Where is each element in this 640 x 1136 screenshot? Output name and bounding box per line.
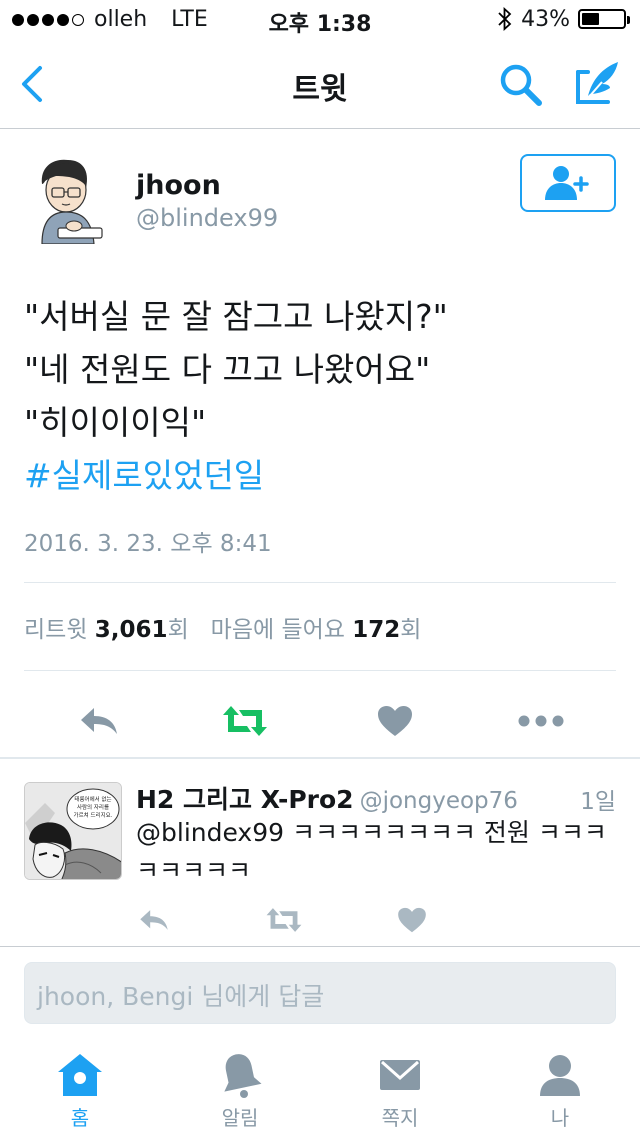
envelope-icon <box>380 1060 420 1090</box>
tab-me[interactable]: 나 <box>500 1052 620 1132</box>
reply-user-handle: @jongyeop76 <box>359 788 518 814</box>
follow-button[interactable] <box>520 154 616 212</box>
battery-percent: 43% <box>521 6 570 32</box>
tab-messages[interactable]: 쪽지 <box>340 1052 460 1132</box>
section-divider <box>0 946 640 947</box>
like-suffix: 회 <box>400 617 422 643</box>
retweets-stat[interactable]: 리트윗 3,061회 <box>24 617 196 643</box>
reply-retweet-button[interactable] <box>264 902 304 938</box>
like-label: 마음에 들어요 <box>210 617 345 643</box>
retweet-label: 리트윗 <box>24 617 88 643</box>
tweet-stats: 리트윗 3,061회 마음에 들어요 172회 <box>24 610 421 644</box>
reply-user-name[interactable]: H2 그리고 X-Pro2 @jongyeop76 <box>136 780 518 816</box>
compose-tweet-icon[interactable] <box>572 58 622 108</box>
tab-notifications[interactable]: 알림 <box>180 1052 300 1132</box>
like-button[interactable] <box>370 696 420 746</box>
reply-text: @blindex99 ㅋㅋㅋㅋㅋㅋㅋㅋ 전원 ㅋㅋㅋㅋㅋㅋㅋㅋ <box>136 818 607 885</box>
tweet-line: "서버실 문 잘 잠그고 나왔지?" <box>24 297 448 336</box>
more-icon <box>518 715 564 727</box>
tweet-actions <box>0 686 640 758</box>
tab-label: 쪽지 <box>381 1106 419 1130</box>
search-icon[interactable] <box>498 62 544 108</box>
tweet-text: "서버실 문 잘 잠그고 나왔지?" "네 전원도 다 끄고 나왔어요" "히이… <box>24 290 624 502</box>
svg-text:사람의 자리를: 사람의 자리를 <box>77 803 109 811</box>
status-right: 43% <box>497 6 630 32</box>
page-title: 트윗 <box>292 72 348 107</box>
reply-compose-area: jhoon, Bengi 님에게 답글 <box>0 948 640 1038</box>
bluetooth-icon <box>498 6 512 32</box>
home-icon <box>58 1054 102 1096</box>
retweet-icon <box>223 706 267 736</box>
retweet-button[interactable] <box>220 696 270 746</box>
like-count: 172 <box>352 617 401 643</box>
reply-time: 1일 <box>580 789 616 815</box>
heart-icon <box>378 706 412 736</box>
heart-icon <box>398 907 426 933</box>
svg-text:태릉어에서 없는: 태릉어에서 없는 <box>74 795 111 803</box>
add-user-icon <box>545 166 589 200</box>
battery-icon <box>578 9 630 29</box>
manga-avatar-image: 태릉어에서 없는 사람의 자리를 가르쳐 드리지요. <box>25 783 121 879</box>
reply-reply-button[interactable] <box>134 902 174 938</box>
user-name[interactable]: jhoon <box>136 170 221 201</box>
tab-label: 알림 <box>221 1106 259 1130</box>
tab-label: 홈 <box>70 1106 90 1130</box>
reply-display-name: H2 그리고 X-Pro2 <box>136 785 354 814</box>
tweet-timestamp: 2016. 3. 23. 오후 8:41 <box>24 531 272 557</box>
more-button[interactable] <box>516 696 566 746</box>
tab-bar: 홈 알림 쪽지 나 <box>0 1038 640 1136</box>
status-bar: olleh LTE 오후 1:38 43% <box>0 0 640 40</box>
divider <box>24 582 616 583</box>
tab-home[interactable]: 홈 <box>20 1052 140 1132</box>
divider <box>24 670 616 671</box>
reply-avatar[interactable]: 태릉어에서 없는 사람의 자리를 가르쳐 드리지요. <box>24 782 122 880</box>
nav-bar: 트윗 <box>0 40 640 129</box>
reply-button[interactable] <box>74 696 124 746</box>
likes-stat[interactable]: 마음에 들어요 172회 <box>211 617 422 643</box>
person-icon <box>540 1055 580 1096</box>
tweet-line: "네 전원도 다 끄고 나왔어요" <box>24 350 431 389</box>
retweet-suffix: 회 <box>167 617 189 643</box>
retweet-count: 3,061 <box>94 617 168 643</box>
hashtag-link[interactable]: #실제로있었던일 <box>24 449 624 502</box>
svg-text:가르쳐 드리지요.: 가르쳐 드리지요. <box>74 811 113 819</box>
battery-level <box>582 13 600 25</box>
tab-label: 나 <box>550 1106 570 1130</box>
reply-input[interactable]: jhoon, Bengi 님에게 답글 <box>24 962 616 1024</box>
tweet-line: "히이이이익" <box>24 403 207 442</box>
user-handle[interactable]: @blindex99 <box>136 204 278 232</box>
reply-like-button[interactable] <box>392 902 432 938</box>
retweet-icon <box>266 908 302 932</box>
reply-icon <box>140 910 168 930</box>
reply-icon <box>81 708 117 734</box>
avatar[interactable] <box>28 154 110 244</box>
bell-icon <box>224 1054 262 1098</box>
reply-actions <box>0 896 640 942</box>
reply-tweet[interactable]: 태릉어에서 없는 사람의 자리를 가르쳐 드리지요. H2 그리고 X-Pro2… <box>0 758 640 948</box>
